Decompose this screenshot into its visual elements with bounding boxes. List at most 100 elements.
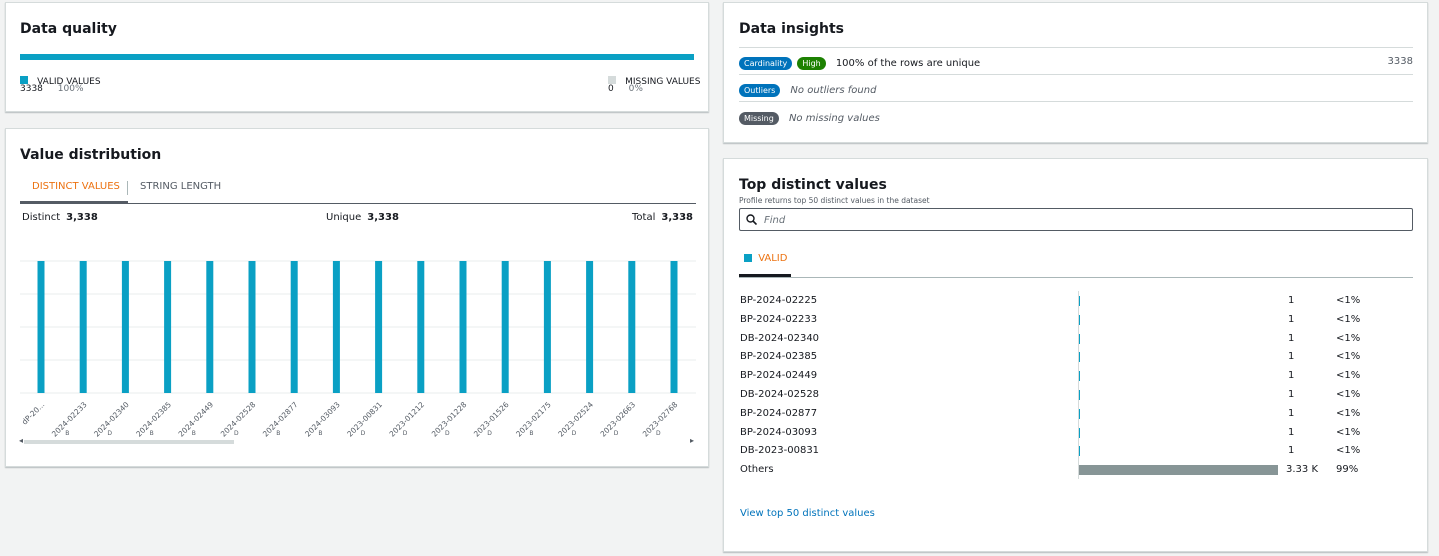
distinct-value-pct: <1% (1336, 370, 1361, 382)
distinct-value-row: BP-2024-02225 1 <1% (740, 293, 1380, 311)
scroll-right-icon[interactable]: ▸ (690, 436, 694, 445)
cardinality-badge: Cardinality (739, 57, 793, 70)
chart-bar[interactable] (628, 261, 636, 393)
distinct-value-count: 1 (1288, 389, 1295, 400)
distinct-values-chart: dP-20... 2024-02233B 2024-02340D 2024-02385… (20, 260, 696, 439)
distinct-value-name: BP-2024-02385 (740, 351, 818, 363)
chart-tick-label: 2024-03093 (303, 400, 342, 439)
chart-bar[interactable] (248, 261, 256, 393)
distinct-value-row: BP-2024-02385 1 <1% (740, 349, 1380, 367)
distinct-value-pct: <1% (1336, 445, 1361, 457)
high-badge: High (797, 57, 826, 70)
cardinality-value: 3338 (1387, 56, 1413, 67)
distinct-value-count: 1 (1288, 370, 1295, 382)
distinct-value-count: 1 (1288, 445, 1295, 457)
chart-bar[interactable] (586, 261, 594, 393)
chart-tick-prefix: B (276, 430, 280, 437)
distinct-value-name: BP-2024-03093 (740, 426, 818, 438)
chart-tick-prefix: D (403, 430, 408, 437)
distinct-label: Distinct (22, 212, 61, 223)
chart-scrollbar-thumb[interactable] (24, 440, 234, 444)
chart-bar[interactable] (501, 261, 509, 393)
active-tab-underline (20, 201, 128, 203)
outliers-badge: Outliers (739, 84, 781, 97)
chart-bar[interactable] (417, 261, 425, 393)
unique-stat: Unique 3,338 (326, 212, 399, 223)
chart-tick-prefix: B (318, 430, 322, 437)
data-insights-panel: Data insights Cardinality High 100% of t… (723, 2, 1428, 143)
distinct-stat: Distinct 3,338 (22, 212, 98, 223)
chart-tick-label: 2024-02385 (134, 400, 173, 439)
top-distinct-values-panel: Top distinct values Profile returns top … (723, 158, 1428, 552)
distinct-value-name: DB-2024-02528 (740, 389, 820, 400)
valid-tab-swatch (744, 254, 752, 262)
distinct-value-pct: <1% (1336, 426, 1361, 438)
tab-valid[interactable]: VALID (744, 253, 787, 264)
distinct-value-row: BP-2024-02449 1 <1% (740, 368, 1380, 386)
total-label: Total (632, 212, 656, 223)
distinct-value: 3,338 (66, 212, 98, 223)
chart-bar[interactable] (206, 261, 214, 393)
chart-tick-label: 2024-02449 (177, 400, 216, 439)
valid-values-bar (20, 54, 694, 60)
chart-tick-prefix: B (150, 430, 154, 437)
chart-bar[interactable] (670, 261, 678, 393)
distinct-value-name: DB-2023-00831 (740, 445, 820, 457)
bar-axis-line (1078, 291, 1079, 479)
data-quality-panel: Data quality VALID VALUES 3338 100% MISS… (5, 2, 709, 112)
tab-distinct-values[interactable]: DISTINCT VALUES (32, 181, 120, 192)
find-input[interactable] (762, 212, 1366, 228)
chart-bar[interactable] (543, 261, 551, 393)
chart-bar[interactable] (290, 261, 298, 393)
distinct-value-name: BP-2024-02225 (740, 295, 818, 306)
valid-tab-label: VALID (758, 253, 788, 264)
cardinality-text: 100% of the rows are unique (835, 58, 981, 69)
chart-bar[interactable] (375, 261, 383, 393)
insight-row-missing: Missing No missing values (739, 101, 1413, 128)
chart-tick-prefix: D (361, 430, 366, 437)
distinct-value-pct: <1% (1336, 295, 1361, 306)
distinct-value-row: BP-2024-03093 1 <1% (740, 425, 1380, 443)
valid-tab-bar: VALID (739, 247, 1413, 278)
distinct-value-row: DB-2023-00831 1 <1% (740, 443, 1380, 461)
chart-tick-prefix: D (445, 430, 450, 437)
chart-bar[interactable] (332, 261, 340, 393)
chart-tick-label: 2024-02233 (50, 400, 89, 439)
valid-count: 3338 (20, 84, 43, 94)
chart-tick-prefix: B (65, 430, 69, 437)
value-distribution-panel: Value distribution DISTINCT VALUES STRIN… (5, 128, 709, 467)
distinct-value-name: BP-2024-02449 (740, 370, 818, 382)
distinct-value-pct: <1% (1336, 313, 1361, 325)
chart-bar[interactable] (37, 261, 45, 393)
chart-bar[interactable] (459, 261, 467, 393)
top-distinct-title: Top distinct values (739, 177, 887, 193)
distinct-value-pct: <1% (1336, 332, 1361, 344)
valid-tab-underline (739, 274, 791, 277)
chart-tick-prefix: D (614, 430, 619, 437)
scroll-left-icon[interactable]: ◂ (19, 436, 23, 445)
total-stat: Total 3,338 (632, 212, 693, 223)
chart-tick-label: 2024-02877 (261, 400, 300, 439)
view-top-50-link[interactable]: View top 50 distinct values (740, 508, 875, 519)
chart-tick-prefix: B (192, 430, 196, 437)
data-quality-title: Data quality (20, 21, 117, 37)
chart-bar[interactable] (164, 261, 172, 393)
unique-value: 3,338 (367, 212, 399, 223)
tab-separator (127, 181, 128, 195)
insight-row-cardinality: Cardinality High 100% of the rows are un… (739, 47, 1413, 74)
chart-tick-prefix: B (529, 430, 533, 437)
tab-string-length[interactable]: STRING LENGTH (140, 181, 221, 192)
chart-bar[interactable] (79, 261, 87, 393)
distinct-value-row: BP-2024-02233 1 <1% (740, 312, 1380, 330)
chart-tick-prefix: D (487, 430, 492, 437)
missing-pct: 0% (628, 84, 643, 94)
find-search-box[interactable] (739, 208, 1413, 231)
data-insights-title: Data insights (739, 21, 844, 37)
chart-bar[interactable] (121, 261, 129, 393)
missing-legend-swatch (608, 75, 616, 84)
others-row: Others 3.33 K 99% (740, 462, 1380, 480)
distinct-value-count: 1 (1288, 295, 1295, 306)
insight-row-outliers: Outliers No outliers found (739, 74, 1413, 101)
distinct-value-name: BP-2024-02877 (740, 407, 818, 419)
distinct-value-count: 1 (1288, 426, 1295, 438)
